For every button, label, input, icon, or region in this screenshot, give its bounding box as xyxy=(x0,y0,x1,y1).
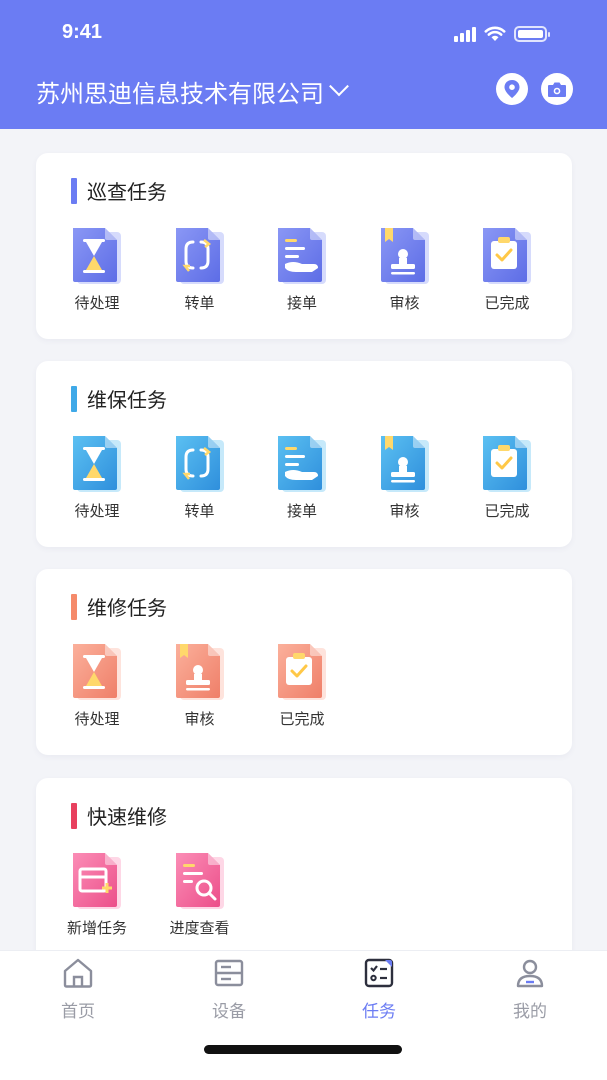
section-title: 快速维修 xyxy=(71,801,167,830)
section-title: 维保任务 xyxy=(71,384,167,413)
task-item-label: 已完成 xyxy=(484,502,530,520)
task-item-label: 转单 xyxy=(184,294,215,312)
task-item-hourglass[interactable]: 待处理 xyxy=(57,226,137,313)
hourglass-icon xyxy=(71,434,123,494)
chevron-down-icon xyxy=(329,75,349,96)
camera-icon xyxy=(548,82,566,97)
location-pin-icon xyxy=(504,80,520,98)
tab-label: 设备 xyxy=(212,1002,246,1022)
accept-order-icon xyxy=(276,434,328,494)
section-maintenance: 维保任务 待处理 转单 接单 审核 已完成 xyxy=(36,361,572,547)
section-accent-bar xyxy=(71,593,77,620)
tab-bar: 首页 设备 任务 我的 xyxy=(0,950,607,1080)
clipboard-check-icon xyxy=(276,642,328,702)
status-time: 9:41 xyxy=(62,21,103,43)
stamp-icon xyxy=(379,434,431,494)
task-item-label: 审核 xyxy=(389,502,420,520)
task-item-label: 待处理 xyxy=(74,294,120,312)
task-item-accept-order[interactable]: 接单 xyxy=(262,226,342,313)
home-indicator xyxy=(204,1045,402,1054)
wifi-icon xyxy=(484,26,506,41)
section-title: 维修任务 xyxy=(71,592,167,621)
task-item-clipboard-check[interactable]: 已完成 xyxy=(467,434,547,521)
tab-profile[interactable]: 我的 xyxy=(480,957,580,1022)
task-item-progress-search[interactable]: 进度查看 xyxy=(160,851,240,938)
task-item-accept-order[interactable]: 接单 xyxy=(262,434,342,521)
section-accent-bar xyxy=(71,385,77,412)
task-icon xyxy=(364,958,394,988)
section-accent-bar xyxy=(71,177,77,204)
task-item-label: 审核 xyxy=(389,294,420,312)
task-item-stamp[interactable]: 审核 xyxy=(365,226,445,313)
task-item-label: 接单 xyxy=(286,502,317,520)
task-item-add-task[interactable]: 新增任务 xyxy=(57,851,137,938)
task-item-label: 转单 xyxy=(184,502,215,520)
section-title-text: 维修任务 xyxy=(87,596,167,620)
status-icons xyxy=(454,22,550,46)
hourglass-icon xyxy=(71,642,123,702)
transfer-icon xyxy=(174,434,226,494)
task-item-label: 新增任务 xyxy=(66,919,127,937)
progress-search-icon xyxy=(174,851,226,911)
tab-label: 我的 xyxy=(513,1002,547,1022)
task-item-label: 审核 xyxy=(184,710,215,728)
stamp-icon xyxy=(379,226,431,286)
battery-icon xyxy=(514,26,550,42)
location-button[interactable] xyxy=(496,73,528,105)
task-item-label: 待处理 xyxy=(74,710,120,728)
home-icon xyxy=(63,958,93,988)
company-selector[interactable]: 苏州思迪信息技术有限公司 xyxy=(36,74,349,109)
accept-order-icon xyxy=(276,226,328,286)
task-item-label: 已完成 xyxy=(484,294,530,312)
tab-label: 首页 xyxy=(61,1002,95,1022)
camera-button[interactable] xyxy=(541,73,573,105)
profile-icon xyxy=(516,959,544,988)
section-repair: 维修任务 待处理 审核 已完成 xyxy=(36,569,572,755)
company-name: 苏州思迪信息技术有限公司 xyxy=(36,80,324,108)
device-icon xyxy=(214,959,244,987)
task-item-label: 接单 xyxy=(286,294,317,312)
task-item-transfer[interactable]: 转单 xyxy=(160,226,240,313)
task-item-clipboard-check[interactable]: 已完成 xyxy=(262,642,342,729)
section-title-text: 快速维修 xyxy=(87,805,167,829)
section-quick-repair: 快速维修 新增任务 进度查看 xyxy=(36,778,572,964)
header: 9:41 苏州思迪信息技术有限公司 xyxy=(0,0,607,129)
transfer-icon xyxy=(174,226,226,286)
tab-task[interactable]: 任务 xyxy=(329,957,429,1022)
task-item-transfer[interactable]: 转单 xyxy=(160,434,240,521)
tab-home[interactable]: 首页 xyxy=(28,957,128,1022)
signal-icon xyxy=(454,26,476,42)
task-item-label: 进度查看 xyxy=(169,919,230,937)
section-accent-bar xyxy=(71,802,77,829)
task-item-stamp[interactable]: 审核 xyxy=(160,642,240,729)
task-item-label: 待处理 xyxy=(74,502,120,520)
task-item-label: 已完成 xyxy=(279,710,325,728)
tab-device[interactable]: 设备 xyxy=(179,957,279,1022)
section-title-text: 维保任务 xyxy=(87,388,167,412)
tab-label: 任务 xyxy=(362,1002,396,1022)
section-title: 巡查任务 xyxy=(71,176,167,205)
clipboard-check-icon xyxy=(481,226,533,286)
task-item-hourglass[interactable]: 待处理 xyxy=(57,642,137,729)
task-item-hourglass[interactable]: 待处理 xyxy=(57,434,137,521)
add-task-icon xyxy=(71,851,123,911)
hourglass-icon xyxy=(71,226,123,286)
section-inspection: 巡查任务 待处理 转单 接单 审核 已完成 xyxy=(36,153,572,339)
clipboard-check-icon xyxy=(481,434,533,494)
stamp-icon xyxy=(174,642,226,702)
task-item-clipboard-check[interactable]: 已完成 xyxy=(467,226,547,313)
task-item-stamp[interactable]: 审核 xyxy=(365,434,445,521)
section-title-text: 巡查任务 xyxy=(87,180,167,204)
